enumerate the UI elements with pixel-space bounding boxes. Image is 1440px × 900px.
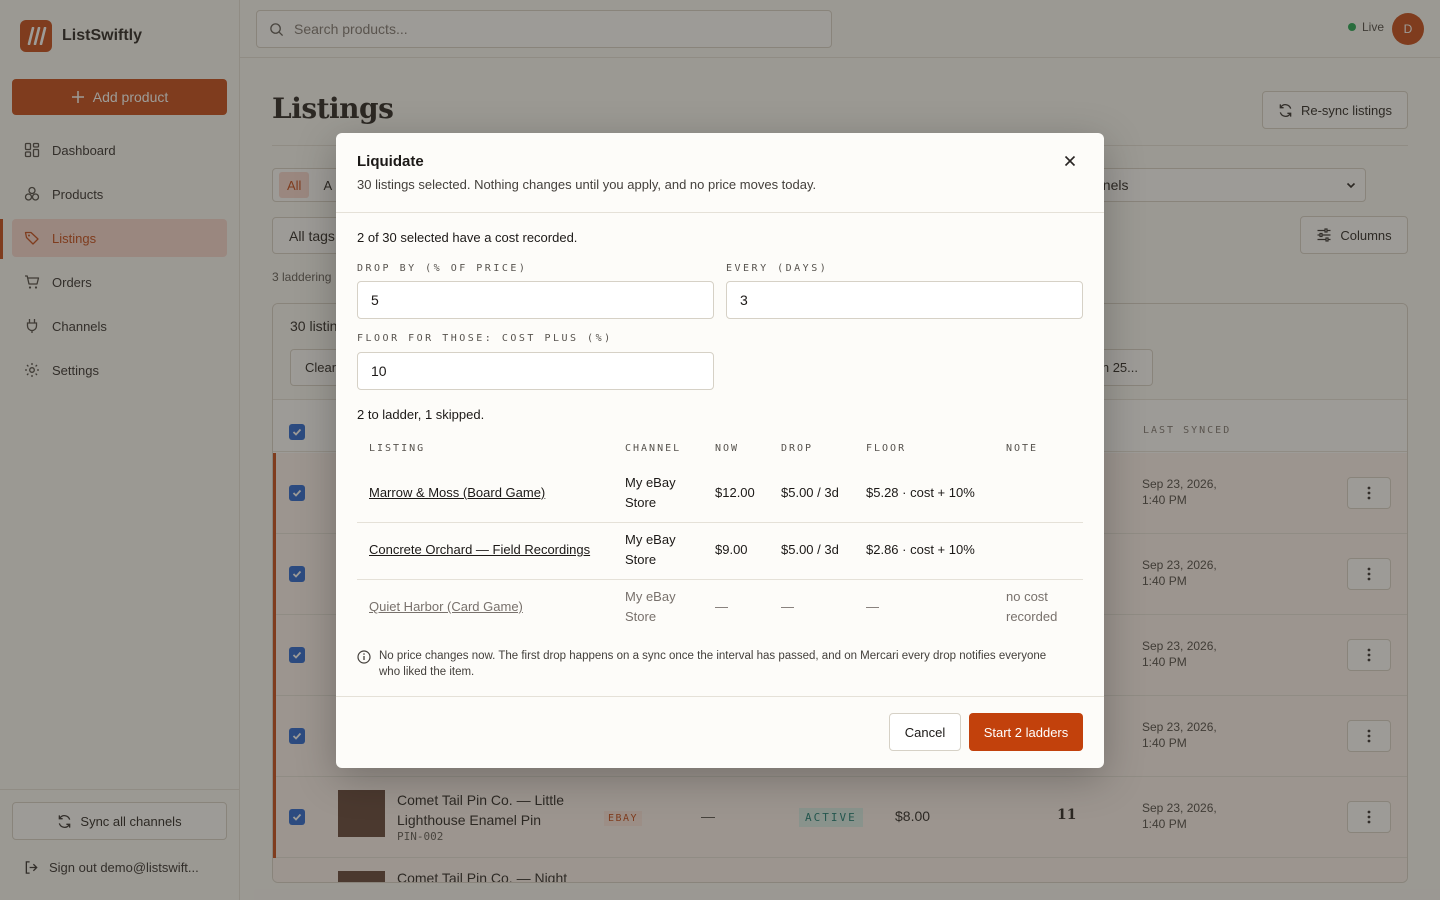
column-drop: DROP [781, 443, 814, 454]
every-days-label: Every (days) [726, 263, 829, 274]
ladder-row: Concrete Orchard — Field Recordings My e… [357, 523, 1083, 580]
column-note: NOTE [1006, 443, 1039, 454]
dialog-title: Liquidate [357, 153, 424, 170]
info-note: No price changes now. The first drop hap… [357, 648, 1057, 680]
floor-label: Floor for those: cost plus (%) [357, 333, 613, 344]
drop-amount: $5.00 / 3d [781, 485, 839, 500]
channel-name: My eBay Store [625, 475, 676, 510]
close-icon[interactable] [1062, 153, 1078, 169]
divider [336, 696, 1104, 697]
ladder-row: Marrow & Moss (Board Game) My eBay Store… [357, 466, 1083, 523]
info-text: No price changes now. The first drop hap… [379, 650, 1047, 678]
row-note: no cost recorded [1006, 589, 1058, 624]
column-channel: CHANNEL [625, 443, 682, 454]
channel-name: My eBay Store [625, 589, 676, 624]
current-price: $9.00 [715, 542, 748, 557]
dialog-subtitle: 30 listings selected. Nothing changes un… [357, 177, 817, 192]
listing-link[interactable]: Marrow & Moss (Board Game) [369, 483, 604, 503]
drop-by-input[interactable]: 5 [357, 281, 714, 319]
floor-price: — [866, 599, 879, 614]
column-floor: FLOOR [866, 443, 907, 454]
column-listing: LISTING [369, 443, 426, 454]
drop-amount: $5.00 / 3d [781, 542, 839, 557]
channel-name: My eBay Store [625, 532, 676, 567]
floor-price: $5.28 · cost + 10% [866, 485, 975, 500]
listing-link[interactable]: Concrete Orchard — Field Recordings [369, 540, 599, 560]
cancel-button[interactable]: Cancel [889, 713, 961, 751]
drop-amount: — [781, 599, 794, 614]
listing-link[interactable]: Quiet Harbor (Card Game) [369, 597, 604, 617]
ladder-row-skipped: Quiet Harbor (Card Game) My eBay Store —… [357, 580, 1083, 637]
column-now: NOW [715, 443, 740, 454]
ladder-summary: 2 to ladder, 1 skipped. [357, 407, 485, 422]
info-icon [357, 650, 371, 664]
start-ladders-button[interactable]: Start 2 ladders [969, 713, 1083, 751]
current-price: $12.00 [715, 485, 755, 500]
current-price: — [715, 599, 728, 614]
floor-price: $2.86 · cost + 10% [866, 542, 975, 557]
cost-recorded-note: 2 of 30 selected have a cost recorded. [357, 230, 578, 245]
floor-input[interactable]: 10 [357, 352, 714, 390]
every-days-input[interactable]: 3 [726, 281, 1083, 319]
divider [336, 212, 1104, 213]
drop-by-label: Drop by (% of price) [357, 263, 528, 274]
liquidate-dialog: Liquidate 30 listings selected. Nothing … [336, 133, 1104, 768]
